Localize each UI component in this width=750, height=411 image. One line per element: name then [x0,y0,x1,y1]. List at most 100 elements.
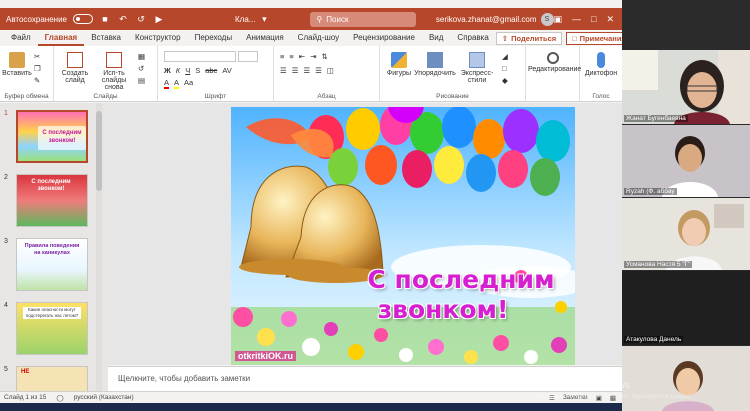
align-center-icon[interactable]: ☰ [292,66,299,75]
participant-tile[interactable] [622,346,750,411]
quick-styles-button[interactable]: Экспресс-стили [456,52,498,84]
case-icon[interactable]: Aa [184,78,193,89]
thumbnail-scrollbar[interactable] [96,103,102,391]
font-name-box[interactable] [164,51,236,62]
reuse-slides-button[interactable]: Исп-ть слайды снова [94,52,134,91]
thumbnail-image[interactable]: Правила поведения на каникулах [16,238,88,291]
chevron-down-icon[interactable]: ▾ [258,13,270,25]
strikethrough-icon[interactable]: abc [205,66,217,75]
language-indicator[interactable]: русский (Казахстан) [74,394,134,401]
tab-file[interactable]: Файл [4,30,38,46]
columns-icon[interactable]: ◫ [327,66,334,75]
tab-transitions[interactable]: Переходы [188,30,240,46]
thumbnail-image[interactable]: С последним звонком! [16,110,88,163]
thumbnail-number: 4 [4,302,8,309]
indent-icon[interactable]: ⇤ [299,52,305,61]
search-box[interactable]: ⚲ Поиск [310,11,416,27]
participant-tile[interactable]: Ryzah (Ф. аббау [622,125,750,197]
ribbon-options-icon[interactable]: ▣ [554,14,563,25]
tab-help[interactable]: Справка [450,30,495,46]
maximize-icon[interactable]: □ [591,14,596,25]
copy-icon[interactable]: ❐ [34,64,41,73]
close-icon[interactable]: ✕ [606,14,614,25]
save-icon[interactable]: ■ [99,13,111,25]
participant-video [622,346,750,411]
editing-button[interactable]: Редактирование [528,52,581,73]
slide-headline[interactable]: С последним звонком! [347,265,575,325]
thumbnail-image[interactable]: НЕ [16,366,88,391]
arrange-button[interactable]: Упорядочить [414,52,456,77]
thumbnail-number: 5 [4,366,8,373]
scrollbar-thumb[interactable] [96,111,102,191]
italic-icon[interactable]: К [176,66,180,75]
font-group-label: Шрифт [204,93,227,100]
tab-slideshow[interactable]: Слайд-шоу [291,30,346,46]
drawing-group: Фигуры Упорядочить Экспресс-стили ◢ □ ◆ … [380,46,526,102]
accessibility-icon[interactable]: ◯ [56,394,63,402]
line-spacing-icon[interactable]: ⇅ [321,52,327,61]
fill-icon[interactable]: ◢ [502,52,508,61]
comment-icon: □ [572,33,577,43]
dictate-button[interactable]: Диктофон [582,52,620,77]
reset-icon[interactable]: ↺ [138,64,145,73]
spacing-icon[interactable]: AV [222,66,231,75]
reuse-slides-label: Исп-ть слайды снова [101,70,127,91]
new-slide-button[interactable]: Создать слайд [58,52,92,84]
cut-icon[interactable]: ✂ [34,52,41,61]
thumbnail-image[interactable]: Какие опасности могут подстерегать нас л… [16,302,88,355]
participant-video [622,125,750,197]
tab-insert[interactable]: Вставка [84,30,128,46]
effects-icon[interactable]: ◆ [502,76,508,85]
user-avatar[interactable]: S [540,12,554,26]
minimize-icon[interactable]: — [572,14,581,25]
user-email[interactable]: serikova.zhanat@gmail.com [436,15,537,24]
list-row: ≡ ≡ ⇤ ⇥ ⇅ [280,52,328,61]
participant-tile[interactable]: Жанат Бугенбаевна [622,50,750,124]
highlight-icon[interactable]: A [174,78,180,89]
numbering-icon[interactable]: ≡ [289,52,293,61]
align-right-icon[interactable]: ☰ [303,66,310,75]
undo-icon[interactable]: ↶ [117,13,129,25]
paste-button[interactable]: Вставить [2,52,32,77]
document-name[interactable]: Кла... [235,15,255,24]
section-icon[interactable]: ▤ [138,76,145,85]
current-slide[interactable]: С последним звонком! otkritkiOK.ru [231,107,575,365]
voice-group-label: Голос [592,93,610,100]
shapes-button[interactable]: Фигуры [384,52,414,77]
thumbnail-text: С последним звонком! [31,179,71,192]
bullets-icon[interactable]: ≡ [280,52,284,61]
share-button[interactable]: ⇧ Поделиться [495,31,563,45]
slideshow-icon[interactable]: ▶ [153,13,165,25]
thumbnail-image[interactable]: С последним звонком! [16,174,88,227]
headline-line-1: С последним [367,265,555,294]
align-left-icon[interactable]: ☰ [280,66,287,75]
participant-tile[interactable]: Усманова Настя 5 "Г" [622,198,750,270]
tab-animations[interactable]: Анимация [239,30,291,46]
bold-icon[interactable]: Ж [164,66,171,75]
windows-activation-watermark: Активация Windows [538,380,631,391]
outdent-icon[interactable]: ⇥ [310,52,316,61]
font-size-box[interactable] [238,51,258,62]
share-label: Поделиться [511,33,557,43]
participant-video [622,198,750,270]
format-painter-icon[interactable]: ✎ [34,76,41,85]
slide-edit-area: С последним звонком! otkritkiOK.ru [108,103,622,365]
share-icon: ⇧ [501,33,509,43]
tab-view[interactable]: Вид [422,30,450,46]
autosave-toggle[interactable] [72,14,93,24]
tab-home[interactable]: Главная [37,30,85,46]
font-color-icon[interactable]: A [164,78,170,89]
shadow-icon[interactable]: S [195,66,200,75]
tab-design[interactable]: Конструктор [128,30,188,46]
participant-tile[interactable]: Атакулова Данель [622,271,750,345]
shapes-label: Фигуры [386,70,412,77]
justify-icon[interactable]: ☰ [315,66,322,75]
redo-icon[interactable]: ↺ [135,13,147,25]
tab-review[interactable]: Рецензирование [346,30,422,46]
underline-icon[interactable]: Ч [185,66,190,75]
paste-icon [9,52,25,68]
outline-icon[interactable]: □ [502,64,508,73]
layout-icon[interactable]: ▦ [138,52,145,61]
shapes-icon [391,52,407,68]
thumbnail-text: НЕ [21,369,30,375]
